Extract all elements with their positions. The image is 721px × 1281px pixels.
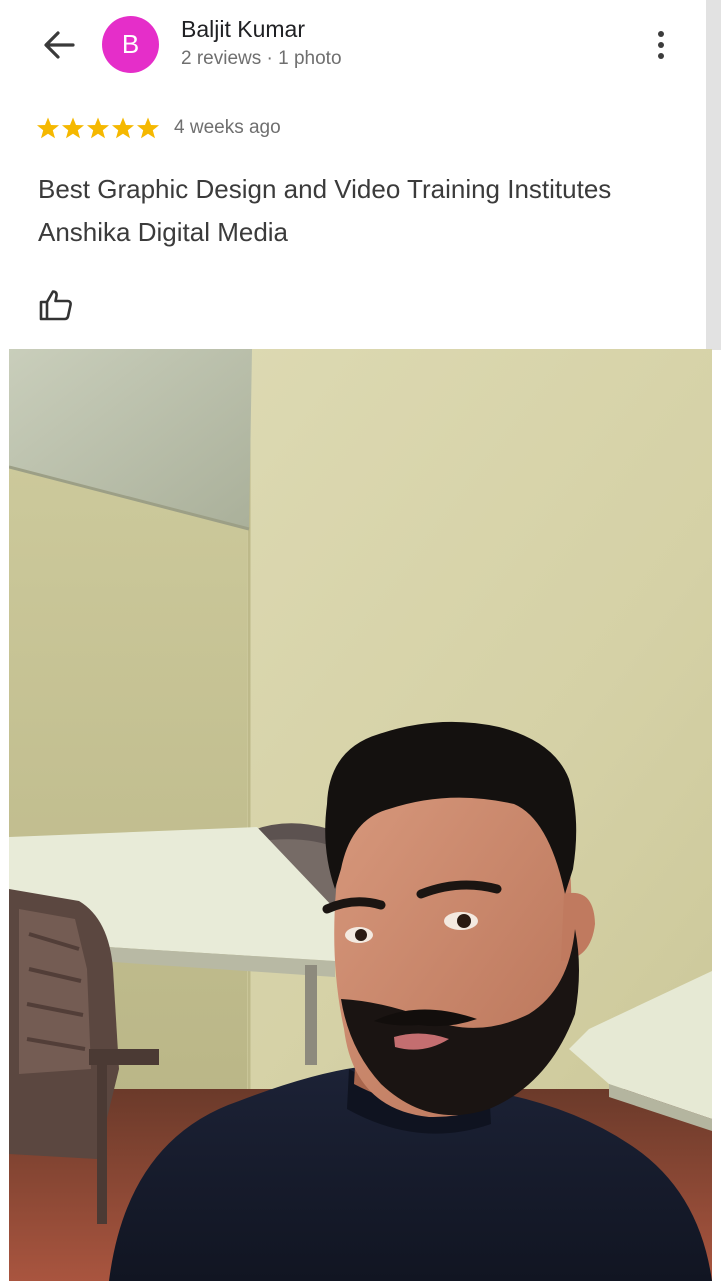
avatar[interactable]: B (102, 16, 159, 73)
review-text-line: Best Graphic Design and Video Training I… (38, 174, 612, 204)
star-icon (62, 117, 84, 139)
star-rating (36, 116, 160, 140)
star-icon (137, 117, 159, 139)
star-icon (112, 117, 134, 139)
reviewer-name[interactable]: Baljit Kumar (181, 16, 305, 43)
back-button[interactable] (36, 24, 82, 66)
reviewer-meta: 2 reviews · 1 photo (181, 48, 342, 69)
arrow-back-icon (44, 31, 75, 59)
more-options-button[interactable] (648, 26, 674, 64)
rating-row: 4 weeks ago (36, 114, 281, 142)
review-text: Best Graphic Design and Video Training I… (38, 168, 688, 254)
avatar-initial: B (121, 29, 140, 59)
more-vert-icon-dot (658, 42, 664, 48)
review-header: B Baljit Kumar 2 reviews · 1 photo (0, 0, 721, 100)
more-vert-icon (658, 31, 664, 37)
review-date: 4 weeks ago (174, 117, 281, 138)
like-button[interactable] (36, 286, 76, 324)
more-vert-icon-dot (658, 53, 664, 59)
review-photo[interactable] (9, 349, 712, 1281)
review-text-line: Anshika Digital Media (38, 217, 289, 247)
scroll-edge (706, 0, 721, 350)
star-icon (37, 117, 59, 139)
thumbs-up-icon (39, 290, 72, 321)
review-photo-image (9, 349, 712, 1281)
star-icon (87, 117, 109, 139)
